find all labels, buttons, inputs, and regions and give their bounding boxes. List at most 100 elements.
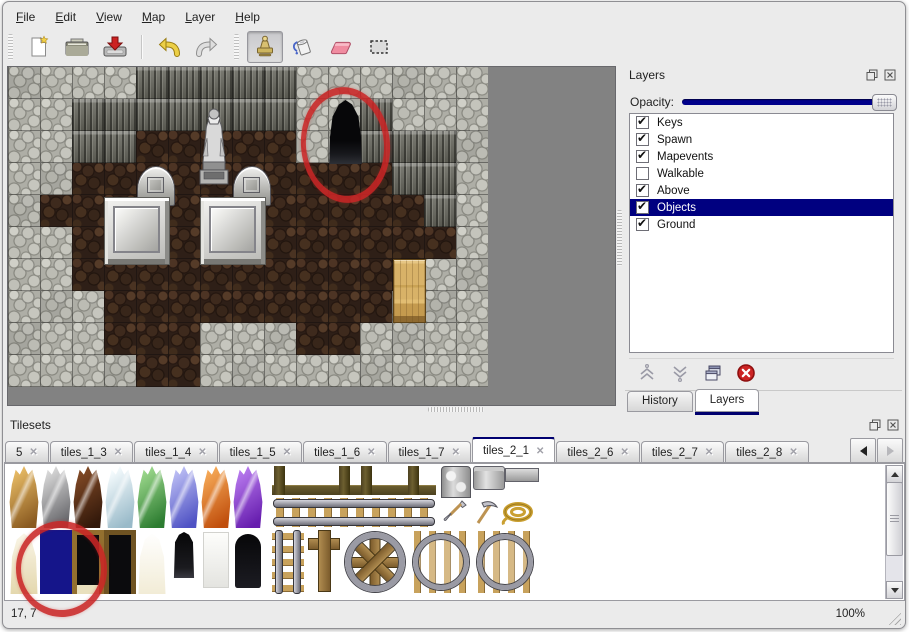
float-panel-icon[interactable] (865, 68, 878, 81)
menu-edit[interactable]: Edit (47, 7, 84, 27)
tile-light-rock-wall[interactable] (8, 259, 40, 291)
tile-light-rock-wall[interactable] (40, 355, 72, 387)
tile-light-rock-wall[interactable] (456, 99, 488, 131)
raise-layer-icon[interactable] (635, 362, 659, 384)
tile-light-rock-wall[interactable] (328, 355, 360, 387)
tile-brown-floor[interactable] (136, 131, 168, 163)
tile-light-rock-wall[interactable] (424, 355, 456, 387)
skull-pillar-tile[interactable] (441, 466, 471, 498)
menu-view[interactable]: View (88, 7, 130, 27)
tile-light-rock-wall[interactable] (392, 355, 424, 387)
layer-row-objects[interactable]: Objects (630, 199, 893, 216)
menu-layer[interactable]: Layer (177, 7, 223, 27)
stone-beam-tile[interactable] (505, 468, 539, 482)
tile-dark-rock-wall[interactable] (424, 195, 456, 227)
tile-light-rock-wall[interactable] (40, 163, 72, 195)
tile-light-rock-wall[interactable] (200, 355, 232, 387)
pickaxe-tile[interactable] (471, 498, 499, 526)
menu-file[interactable]: File (8, 7, 43, 27)
tile-dark-rock-wall[interactable] (168, 67, 200, 99)
tileset-tab-tiles_2_8[interactable]: tiles_2_8✕ (725, 441, 808, 463)
layer-row-spawn[interactable]: Spawn (630, 131, 893, 148)
tile-dark-rock-wall[interactable] (72, 99, 104, 131)
tile-light-rock-wall[interactable] (456, 163, 488, 195)
rail-loop-tile[interactable] (474, 531, 536, 593)
tile-light-rock-wall[interactable] (328, 67, 360, 99)
scroll-tabs-left-button[interactable] (850, 438, 876, 464)
tile-light-rock-wall[interactable] (360, 67, 392, 99)
tile-light-rock-wall[interactable] (8, 195, 40, 227)
tile-brown-floor[interactable] (296, 291, 328, 323)
scroll-up-button[interactable] (886, 465, 903, 483)
cave-peak-tile[interactable] (168, 530, 200, 594)
tile-brown-floor[interactable] (40, 195, 72, 227)
tile-light-rock-wall[interactable] (232, 323, 264, 355)
open-file-button[interactable] (59, 31, 95, 63)
tile-dark-rock-wall[interactable] (360, 131, 392, 163)
tile-brown-floor[interactable] (328, 259, 360, 291)
tab-close-icon[interactable]: ✕ (283, 447, 291, 458)
tile-brown-floor[interactable] (360, 163, 392, 195)
crystal-blueviolet-tile[interactable] (168, 466, 200, 528)
opacity-slider-handle[interactable] (872, 94, 897, 111)
scroll-down-button[interactable] (886, 581, 903, 599)
tile-dark-rock-wall[interactable] (392, 131, 424, 163)
tile-brown-floor[interactable] (264, 259, 296, 291)
layer-visibility-checkbox[interactable] (636, 201, 649, 214)
layer-visibility-checkbox[interactable] (636, 218, 649, 231)
layer-visibility-checkbox[interactable] (636, 116, 649, 129)
tile-light-rock-wall[interactable] (264, 355, 296, 387)
tileset-tab-tiles_1_6[interactable]: tiles_1_6✕ (303, 441, 386, 463)
tile-light-rock-wall[interactable] (8, 291, 40, 323)
fill-tool-button[interactable] (285, 31, 321, 63)
tile-brown-floor[interactable] (360, 259, 392, 291)
tile-brown-floor[interactable] (168, 355, 200, 387)
tile-light-rock-wall[interactable] (360, 355, 392, 387)
tile-light-rock-wall[interactable] (72, 67, 104, 99)
tileset-tab-5[interactable]: 5✕ (5, 441, 49, 463)
scroll-tabs-right-button[interactable] (877, 438, 903, 464)
tab-close-icon[interactable]: ✕ (789, 447, 797, 458)
tile-light-rock-wall[interactable] (296, 355, 328, 387)
tile-dark-rock-wall[interactable] (136, 99, 168, 131)
tile-light-rock-wall[interactable] (40, 259, 72, 291)
tileset-tab-tiles_1_4[interactable]: tiles_1_4✕ (134, 441, 217, 463)
tile-light-rock-wall[interactable] (40, 227, 72, 259)
tile-light-rock-wall[interactable] (424, 291, 456, 323)
plank-junction-tile[interactable] (306, 530, 342, 594)
altar-block-object[interactable] (104, 197, 170, 265)
tileset-content[interactable] (4, 463, 905, 601)
tileset-tab-tiles_2_7[interactable]: tiles_2_7✕ (641, 441, 724, 463)
crystal-gold-tile[interactable] (8, 466, 40, 528)
tile-dark-rock-wall[interactable] (104, 99, 136, 131)
tile-light-rock-wall[interactable] (8, 67, 40, 99)
tile-light-rock-wall[interactable] (296, 131, 328, 163)
tile-dark-rock-wall[interactable] (392, 163, 424, 195)
tile-brown-floor[interactable] (296, 323, 328, 355)
tile-brown-floor[interactable] (136, 291, 168, 323)
stamp-tool-button[interactable] (247, 31, 283, 63)
tile-light-rock-wall[interactable] (392, 99, 424, 131)
tileset-tab-tiles_1_3[interactable]: tiles_1_3✕ (50, 441, 133, 463)
tile-brown-floor[interactable] (296, 195, 328, 227)
rock-ghost-tile[interactable] (136, 530, 168, 594)
stone-column-tile[interactable] (473, 466, 505, 490)
tile-light-rock-wall[interactable] (8, 99, 40, 131)
tile-light-rock-wall[interactable] (456, 259, 488, 291)
tile-brown-floor[interactable] (328, 323, 360, 355)
tile-light-rock-wall[interactable] (456, 291, 488, 323)
tile-light-rock-wall[interactable] (232, 355, 264, 387)
statue-object[interactable] (195, 98, 233, 186)
save-file-button[interactable] (97, 31, 133, 63)
rail-horizontal-tile[interactable] (272, 498, 436, 527)
layer-list[interactable]: KeysSpawnMapeventsWalkableAboveObjectsGr… (629, 113, 894, 353)
toolbar-drag-handle[interactable] (234, 34, 239, 60)
new-file-button[interactable] (21, 31, 57, 63)
tileset-tiles[interactable] (5, 464, 886, 600)
layer-visibility-checkbox[interactable] (636, 167, 649, 180)
tile-light-rock-wall[interactable] (296, 99, 328, 131)
tile-dark-rock-wall[interactable] (232, 67, 264, 99)
tile-brown-floor[interactable] (104, 323, 136, 355)
cave-arch-tile[interactable] (232, 530, 264, 594)
tileset-tab-tiles_2_1[interactable]: tiles_2_1✕ (472, 437, 555, 463)
